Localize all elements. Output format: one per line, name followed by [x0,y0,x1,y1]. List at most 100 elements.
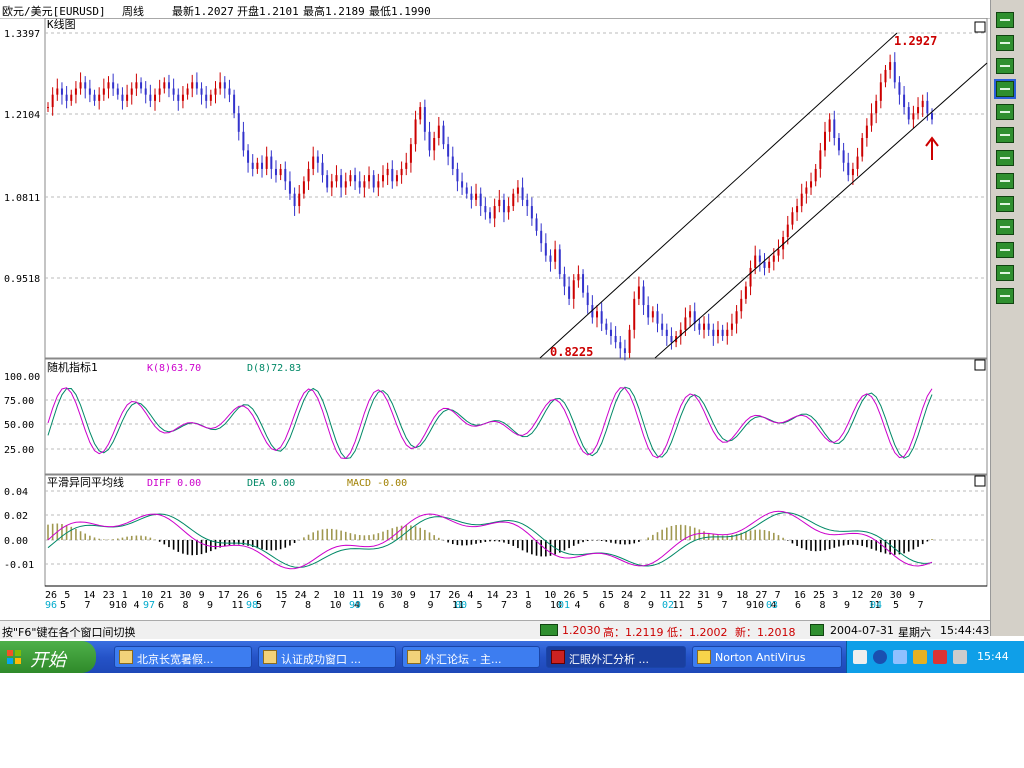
up-arrow-icon [925,136,939,160]
candle-body [186,88,189,95]
keyboard-icon[interactable] [853,650,867,664]
status-time: 15:44:43 [940,624,990,637]
candle-body [642,286,645,306]
channel-icon[interactable] [994,79,1016,99]
arrow-left-icon[interactable] [873,650,887,664]
candle-body [116,88,119,95]
panel-toggle-icon [974,21,986,33]
status-bar: 按"F6"键在各个窗口间切换 1.2030 高：1.2119 低：1.2002 … [0,620,990,639]
candle-body [400,168,403,176]
candle-body [684,317,687,330]
candle-body [433,137,436,151]
y-tick-label: 1.0811 [4,193,40,204]
status-chart-icon[interactable] [540,624,558,636]
channel-upper-line [539,32,898,359]
candle-body [470,193,473,200]
open-price: 开盘1.2101 [237,5,299,18]
price-chart[interactable]: 1.3397 1.2104 1.0811 0.9518 K线图 1.2927 0.8225 随… [0,18,990,618]
candle-body [172,88,175,95]
antivirus-icon[interactable] [933,650,947,664]
candle-body [395,175,398,182]
norton-tray-icon[interactable] [913,650,927,664]
candle-body [79,82,82,89]
candle-body [167,82,170,89]
task-button[interactable]: 认证成功窗口 ... [258,646,396,668]
task-label: 认证成功窗口 ... [281,653,361,666]
text-icon[interactable] [996,35,1014,51]
volume-icon[interactable] [953,650,967,664]
status-bulb-icon[interactable] [810,624,824,636]
x-month-label: 11 [673,600,685,611]
candle-body [130,88,133,95]
x-date-label: 3 [832,590,838,601]
grid4-icon[interactable] [996,242,1014,258]
task-label: 北京长宽暑假... [137,653,214,666]
cursor-icon[interactable] [996,12,1014,28]
status-high: 高：1.2119 [603,626,664,639]
candle-body [177,94,180,101]
candle-body [889,62,892,70]
task-button[interactable]: Norton AntiVirus [692,646,842,668]
candle-body [349,175,352,182]
kdj-title: 随机指标1 [47,360,98,374]
candle-body [623,348,626,353]
candle-body [805,187,808,194]
y-tick-label: 0.02 [4,511,28,522]
x-date-label: 12 [851,590,863,601]
candle-body [102,88,105,95]
grid2-icon[interactable] [996,196,1014,212]
candle-body [810,181,813,188]
task-button[interactable]: 外汇论坛 - 主... [402,646,540,668]
task-button-active[interactable]: 汇眼外汇分析 ... [546,646,686,668]
candle-body [540,230,543,244]
panel-frame [44,358,988,475]
candle-body [261,162,264,169]
panel-frame [44,474,988,587]
start-button[interactable]: 开始 [0,641,96,673]
task-label: 汇眼外汇分析 ... [569,653,649,666]
candle-body [191,82,194,89]
chart-area[interactable]: 1.3397 1.2104 1.0811 0.9518 K线图 1.2927 0.8225 随… [0,18,990,618]
candle-body [516,187,519,194]
candle-body [205,94,208,101]
norton-icon [697,650,711,664]
candle-body [893,62,896,83]
candle-body [879,82,882,101]
candle-body [74,88,77,95]
x-month-label: 7 [501,600,507,611]
grid3-icon[interactable] [996,219,1014,235]
x-month-label: 6 [599,600,605,611]
candle-body [544,243,547,256]
task-button[interactable]: 北京长宽暑假... [114,646,252,668]
delete-icon[interactable] [996,288,1014,304]
line-icon[interactable] [996,58,1014,74]
candle-body [619,342,622,349]
x-month-label: 8 [403,600,409,611]
panel-toggle-icon [974,359,986,371]
candle-body [288,181,291,194]
candle-body [763,261,766,268]
taskbar: 开始 北京长宽暑假... 认证成功窗口 ... 外汇论坛 - 主... 汇眼外汇… [0,641,1024,673]
ray-icon[interactable] [996,127,1014,143]
fib-icon[interactable] [996,104,1014,120]
candle-body [465,187,468,194]
y-tick-label: 75.00 [4,396,34,407]
status-hint: 按"F6"键在各个窗口间切换 [2,626,136,639]
candle-body [730,323,733,330]
x-year-label: 96 [45,600,57,611]
candle-body [582,274,585,293]
candle-body [628,329,631,353]
network-icon[interactable] [893,650,907,664]
grid1-icon[interactable] [996,173,1014,189]
candle-body [409,144,412,163]
y-tick-label: 0.9518 [4,274,40,285]
candle-body [354,175,357,182]
candle-body [326,175,329,188]
period-icon[interactable] [996,265,1014,281]
x-date-label: 4 [467,590,473,601]
x-month-label: 9 [207,600,213,611]
candle-body [791,212,794,225]
x-year-label: 01 [558,600,570,611]
candle-body [121,94,124,101]
arc-icon[interactable] [996,150,1014,166]
